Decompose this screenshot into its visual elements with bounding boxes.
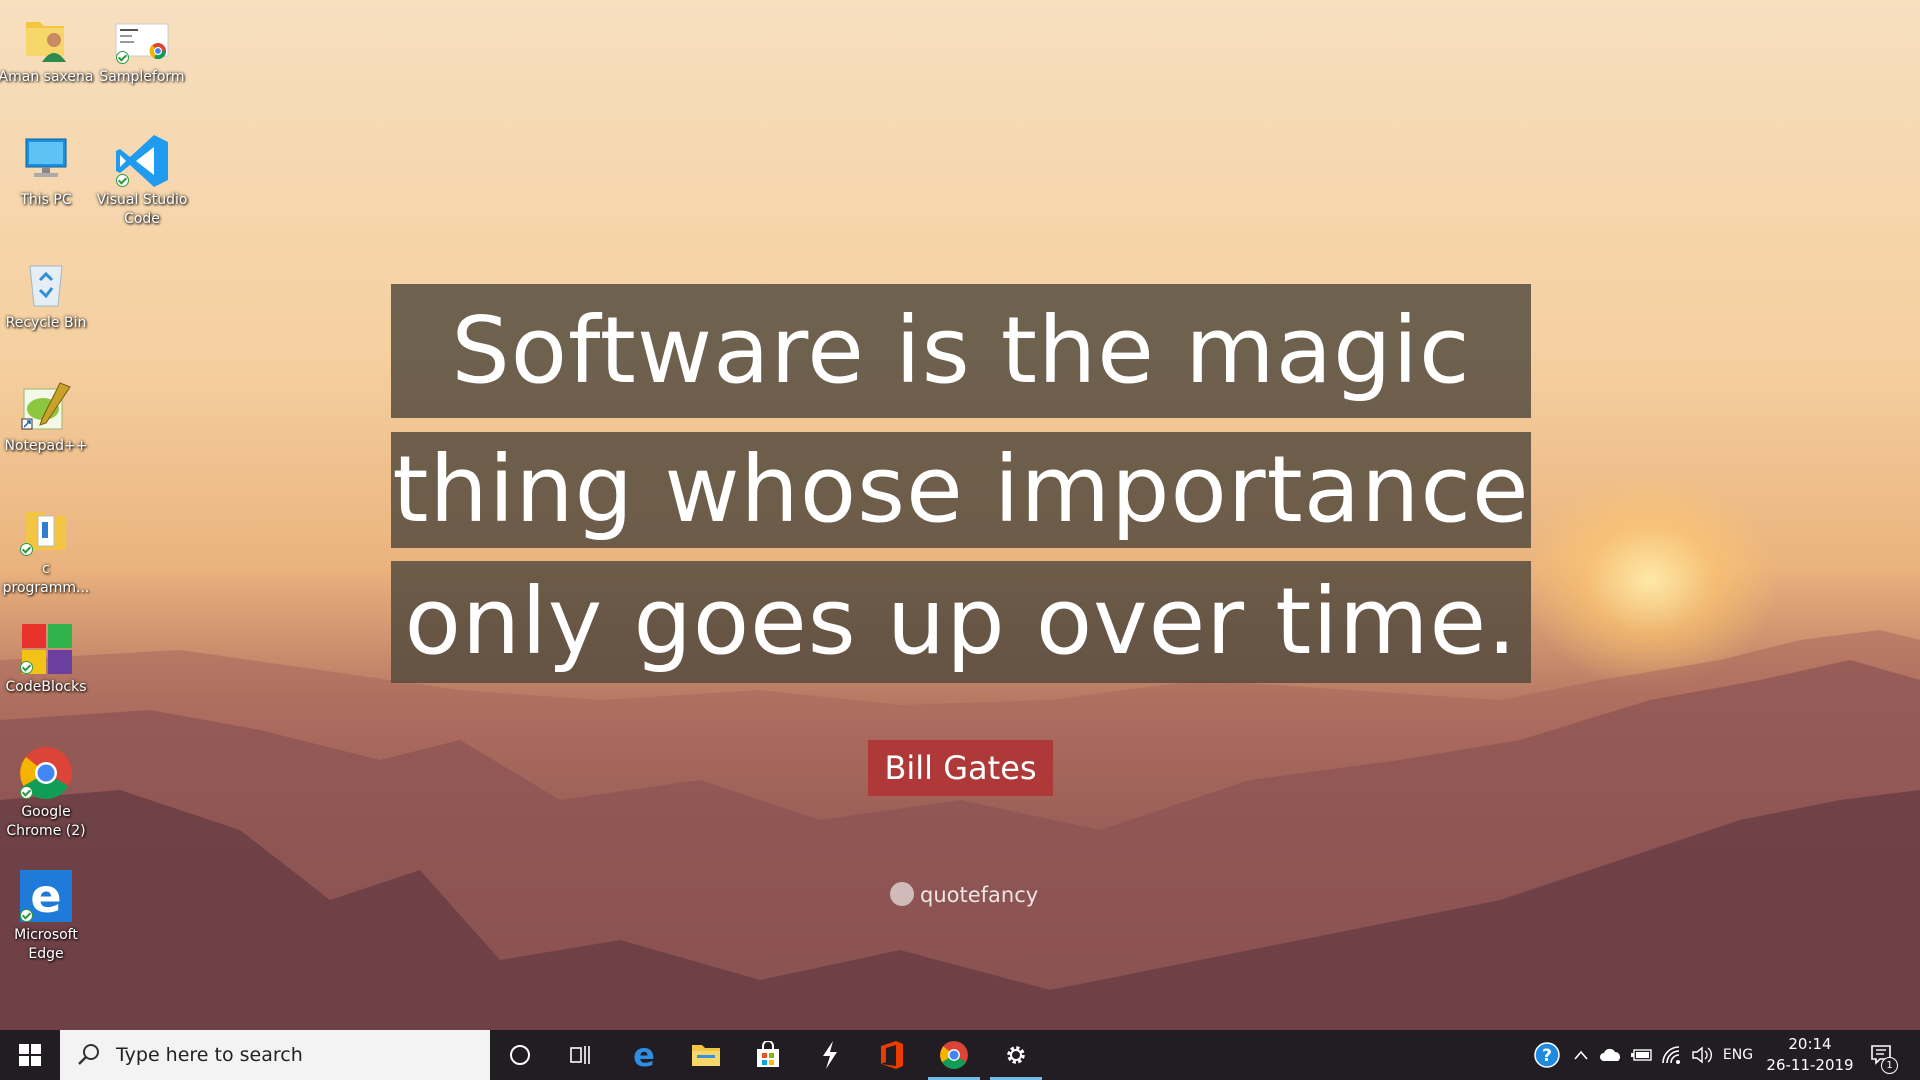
show-hidden-icons-button[interactable] [1568,1030,1594,1080]
search-placeholder: Type here to search [116,1044,303,1066]
desktop-icon-label: Google Chrome (2) [6,804,86,839]
quote-line: Software is the magic [391,284,1531,418]
windows-logo-icon [19,1044,41,1066]
quote-mark-icon [890,882,914,906]
desktop-icon-c-programming[interactable]: c programm... [0,502,94,598]
desktop-icon-microsoft-edge[interactable]: e Microsoft Edge [0,868,94,964]
file-explorer-icon [692,1045,720,1066]
folder-icon [18,502,74,558]
edge-icon: e [633,1040,655,1070]
svg-text:?: ? [1542,1046,1552,1066]
desktop-icon-label: Aman saxena [0,69,94,85]
taskbar-office[interactable] [862,1030,922,1080]
user-folder-icon [18,10,74,66]
quote-author: Bill Gates [868,740,1053,796]
taskbar-chrome[interactable] [924,1030,984,1080]
desktop-icon-this-pc[interactable]: This PC [0,133,94,210]
help-tray-button[interactable]: ? [1532,1030,1562,1080]
help-icon: ? [1534,1042,1560,1068]
watermark-text: quotefancy [920,883,1039,907]
computer-icon [18,133,74,189]
wifi-icon [1662,1046,1680,1064]
cortana-button[interactable] [490,1030,550,1080]
taskbar-settings[interactable] [986,1030,1046,1080]
taskbar-edge[interactable]: e [614,1030,674,1080]
desktop-icon-label: CodeBlocks [5,679,87,695]
sync-status-icon [116,174,129,187]
notification-count-badge: 1 [1881,1057,1898,1074]
start-button[interactable] [0,1030,60,1080]
desktop-icon-vscode[interactable]: Visual Studio Code [94,133,190,229]
desktop-icon-label: Microsoft Edge [14,927,78,962]
desktop-icon-label: c programm... [2,561,90,596]
desktop-icon-label: Notepad++ [4,438,88,454]
search-icon [78,1044,99,1065]
desktop-icon-label: Recycle Bin [5,315,87,331]
edge-icon: e [18,868,74,924]
cloud-icon [1600,1048,1620,1061]
desktop-icon-label: This PC [20,192,72,208]
svg-text:e: e [633,1040,655,1070]
sync-status-icon [20,786,33,799]
svg-text:e: e [30,869,61,923]
task-view-icon [570,1046,590,1064]
clock-date: 26-11-2019 [1766,1056,1854,1074]
sync-status-icon [116,51,129,64]
clock-time: 20:14 [1788,1035,1832,1053]
speaker-icon [1692,1046,1712,1064]
taskbar-file-explorer[interactable] [676,1030,736,1080]
taskbar-search-box[interactable]: Type here to search [60,1030,490,1080]
recycle-bin-icon [18,256,74,312]
desktop-icon-recycle-bin[interactable]: Recycle Bin [0,256,94,333]
taskbar-winscp[interactable] [800,1030,860,1080]
onedrive-tray-button[interactable] [1596,1030,1626,1080]
chrome-icon [18,745,74,801]
quotefancy-watermark: quotefancy [890,880,1038,910]
desktop-icon-notepadpp[interactable]: Notepad++ [0,379,94,456]
chevron-up-icon [1574,1050,1588,1060]
notepad-plus-plus-icon [18,379,74,435]
desktop-icon-codeblocks[interactable]: CodeBlocks [0,620,94,697]
task-view-button[interactable] [550,1030,610,1080]
desktop-icon-label: Sampleform [99,69,185,85]
quote-line: only goes up over time. [391,561,1531,683]
taskbar: Type here to search e ? ENG 20:14 26-11-… [0,1030,1920,1080]
store-icon [757,1041,779,1067]
taskbar-clock[interactable]: 20:14 26-11-2019 [1760,1030,1860,1080]
taskbar-store[interactable] [738,1030,798,1080]
vscode-icon [114,133,170,189]
input-language-button[interactable]: ENG [1718,1030,1758,1080]
office-icon [881,1041,903,1069]
quote-line: thing whose importance [391,432,1531,548]
winscp-icon [823,1041,837,1069]
chrome-icon [940,1041,968,1069]
settings-icon [1007,1046,1025,1064]
sync-status-icon [20,909,33,922]
sync-status-icon [20,543,33,556]
action-center-button[interactable]: 1 [1862,1030,1902,1080]
codeblocks-icon [18,620,74,676]
desktop-icon-sampleform[interactable]: Sampleform [94,10,190,87]
volume-tray-button[interactable] [1688,1030,1716,1080]
battery-icon [1631,1049,1652,1061]
desktop-icon-label: Visual Studio Code [96,192,188,227]
network-tray-button[interactable] [1658,1030,1686,1080]
sync-status-icon [20,661,33,674]
battery-tray-button[interactable] [1628,1030,1656,1080]
desktop-icon-aman-saxena[interactable]: Aman saxena [0,10,94,87]
html-file-icon [114,10,170,66]
cortana-icon [510,1045,530,1065]
desktop-icon-google-chrome[interactable]: Google Chrome (2) [0,745,94,841]
